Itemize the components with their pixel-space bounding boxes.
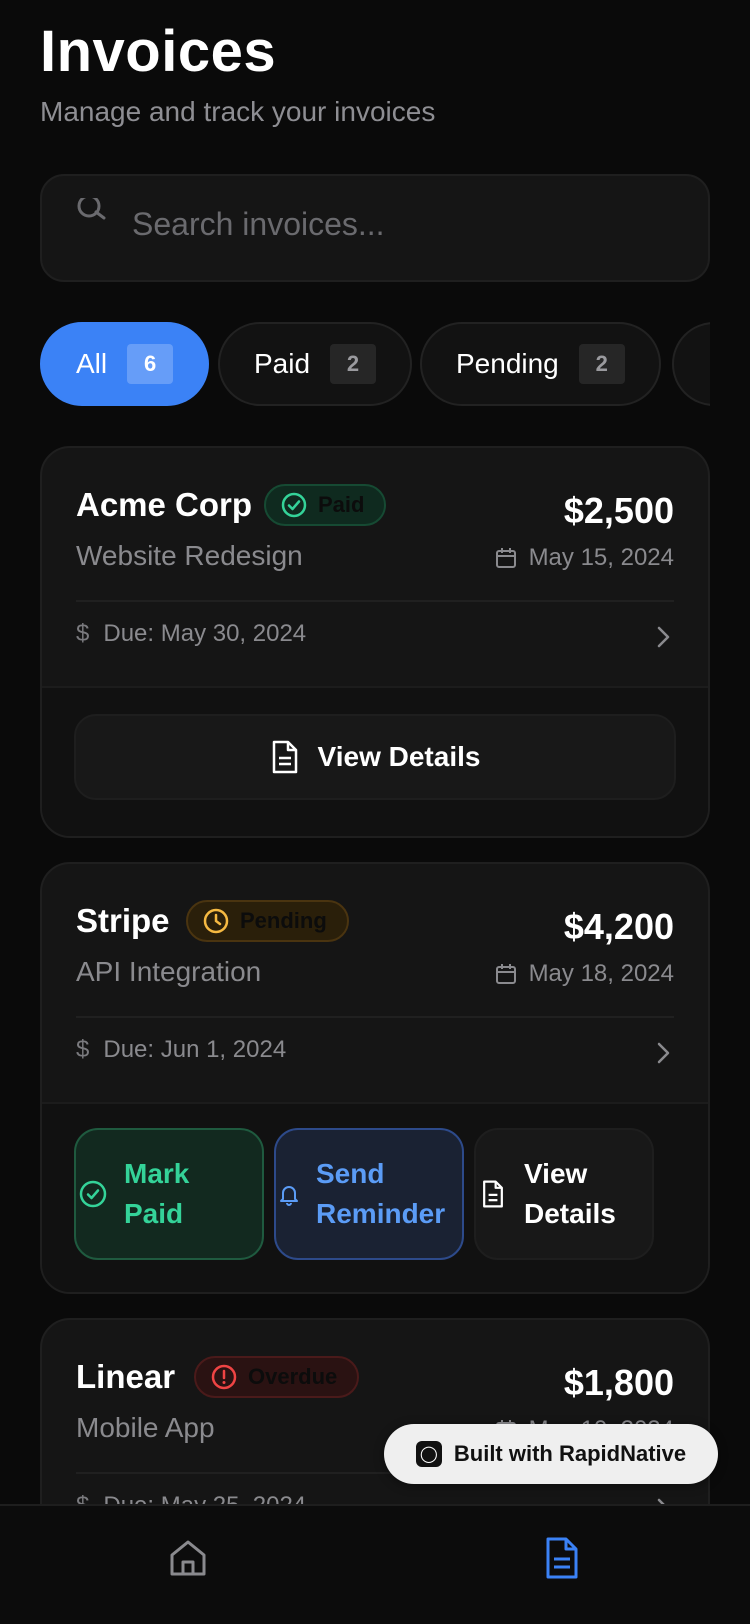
invoice-card[interactable]: Acme Corp Paid Website Redesign $2,500 M… <box>40 446 710 838</box>
invoices-screen: Invoices Manage and track your invoices … <box>0 0 750 1504</box>
chevron-right-icon[interactable] <box>652 624 674 650</box>
invoice-company: Stripe <box>76 902 170 939</box>
built-with-label: Built with RapidNative <box>453 1441 687 1466</box>
invoice-project: Mobile App <box>76 1412 215 1443</box>
invoice-due-text: Due: Jun 1, 2024 <box>103 1036 287 1063</box>
filter-chip-label: All <box>76 348 108 379</box>
bell-icon <box>280 1186 298 1206</box>
invoice-date: May 15, 2024 <box>495 544 674 572</box>
invoice-amount: $4,200 <box>563 906 674 947</box>
divider <box>76 600 674 602</box>
mark-paid-button[interactable]: Mark Paid <box>74 1128 264 1260</box>
invoice-card[interactable]: Stripe Pending API Integration $4,200 Ma… <box>40 862 710 1294</box>
chevron-right-icon[interactable] <box>652 1496 674 1504</box>
invoice-date: May 18, 2024 <box>495 960 674 988</box>
filter-chip-paid[interactable]: Paid 2 <box>218 322 413 406</box>
status-badge: Pending <box>186 900 349 942</box>
invoice-actions: View Details <box>42 686 708 836</box>
status-badge: Paid <box>264 484 387 526</box>
invoice-company: Linear <box>76 1358 176 1395</box>
filter-chip-all[interactable]: All 6 <box>40 322 210 406</box>
invoice-date-text: May 15, 2024 <box>528 544 674 571</box>
status-badge-label: Pending <box>240 908 327 933</box>
chevron-right-icon[interactable] <box>652 1040 674 1066</box>
send-reminder-label: Send Reminder <box>316 1158 446 1229</box>
invoice-due-text: Due: May 25, 2024 <box>103 1492 306 1504</box>
clock-icon <box>203 908 229 934</box>
invoice-due-text: Due: May 30, 2024 <box>103 620 307 647</box>
view-details-label: View Details <box>317 741 481 772</box>
dollar-icon: $ <box>76 1036 90 1063</box>
calendar-icon <box>495 548 516 568</box>
status-badge-label: Overdue <box>248 1364 338 1389</box>
check-circle-icon <box>79 1180 107 1208</box>
view-details-label: View Details <box>524 1158 616 1229</box>
rapidnative-logo-icon: ◯ <box>415 1441 442 1467</box>
dollar-icon: $ <box>76 1492 89 1504</box>
invoice-date-text: May 18, 2024 <box>528 960 674 987</box>
document-icon[interactable] <box>540 1536 584 1580</box>
filter-chip-label: Pending <box>456 348 559 379</box>
calendar-icon <box>495 964 516 984</box>
search-icon <box>77 198 106 220</box>
filter-chip-count: 6 <box>127 344 174 384</box>
invoice-amount: $1,800 <box>563 1362 674 1403</box>
filter-chip-label: Paid <box>254 348 311 379</box>
status-badge: Overdue <box>194 1356 360 1398</box>
status-badge-label: Paid <box>318 492 365 517</box>
invoice-company: Acme Corp <box>76 486 253 523</box>
filter-chip-count: 2 <box>330 344 377 384</box>
filter-chip-count: 2 <box>578 344 625 384</box>
document-icon <box>483 1180 503 1208</box>
bottom-tab-bar <box>0 1504 750 1624</box>
dollar-icon: $ <box>76 620 90 647</box>
filter-chips: All 6 Paid 2 Pending 2 <box>40 322 710 406</box>
invoice-due: $ Due: Jun 1, 2024 <box>76 1036 286 1064</box>
view-details-button[interactable]: View Details <box>474 1128 654 1260</box>
check-circle-icon <box>281 492 307 518</box>
invoice-amount: $2,500 <box>563 490 674 531</box>
view-details-button[interactable]: View Details <box>74 714 676 800</box>
page-title: Invoices <box>40 19 277 84</box>
filter-chip-pending[interactable]: Pending 2 <box>420 322 661 406</box>
page-subtitle: Manage and track your invoices <box>40 96 436 127</box>
built-with-badge[interactable]: ◯ Built with RapidNative <box>384 1424 718 1484</box>
invoice-actions: Mark Paid Send Reminder View Details <box>42 1102 708 1292</box>
invoice-project: Website Redesign <box>76 540 303 571</box>
invoice-project: API Integration <box>76 956 262 987</box>
filter-chip-overdue[interactable] <box>672 322 710 406</box>
mark-paid-label: Mark Paid <box>124 1158 190 1229</box>
search-bar[interactable]: Search invoices... <box>40 174 710 282</box>
send-reminder-button[interactable]: Send Reminder <box>274 1128 464 1260</box>
document-icon <box>272 740 297 774</box>
alert-circle-icon <box>211 1364 237 1390</box>
invoice-due: $ Due: May 25, 2024 <box>76 1492 306 1504</box>
invoice-due: $ Due: May 30, 2024 <box>76 620 306 648</box>
divider <box>76 1016 674 1018</box>
home-icon[interactable] <box>166 1536 210 1580</box>
search-input[interactable]: Search invoices... <box>132 206 385 243</box>
